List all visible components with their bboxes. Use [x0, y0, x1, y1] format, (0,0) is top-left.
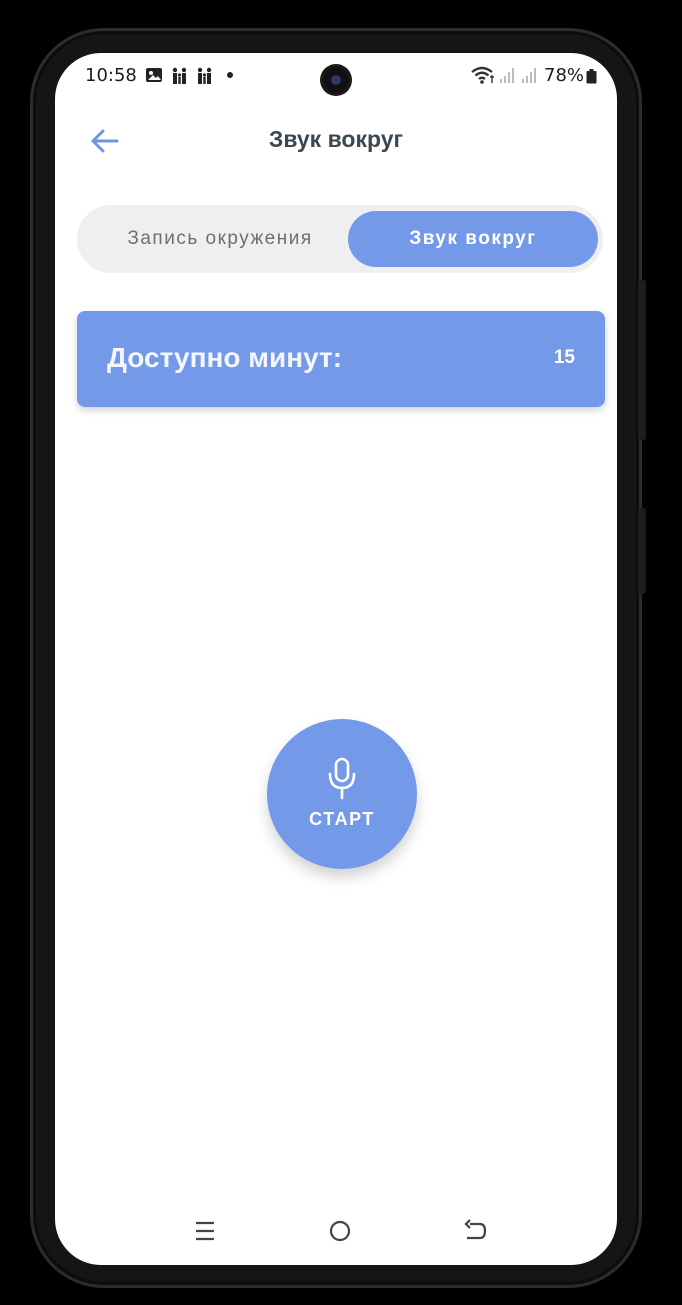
start-button[interactable]: СТАРТ	[267, 719, 417, 869]
wifi-icon	[471, 66, 494, 84]
battery-icon	[586, 69, 597, 84]
battery-percent: 78%	[544, 65, 585, 86]
back-icon	[464, 1219, 487, 1240]
status-time: 10:58	[85, 65, 137, 86]
front-camera	[323, 67, 349, 93]
available-minutes-card: Доступно минут: 15	[77, 311, 605, 407]
home-icon	[329, 1220, 351, 1242]
system-back-button[interactable]	[455, 1213, 495, 1249]
status-bar: 10:58 78%	[55, 53, 617, 97]
signal-icon	[500, 68, 514, 83]
family-icon	[197, 67, 212, 84]
tab-sound-around[interactable]: Звук вокруг	[348, 211, 598, 267]
screen: 10:58 78% Звук вокруг Запись окружения З…	[55, 53, 617, 1265]
recent-apps-icon	[196, 1221, 214, 1241]
signal-icon	[522, 68, 536, 83]
available-minutes-value: 15	[553, 347, 575, 368]
page-title: Звук вокруг	[268, 126, 404, 152]
power-button	[638, 508, 646, 594]
volume-button	[638, 280, 646, 440]
tab-environment-recording[interactable]: Запись окружения	[85, 213, 355, 265]
available-minutes-label: Доступно минут:	[107, 342, 343, 373]
recent-apps-button[interactable]	[185, 1213, 225, 1249]
microphone-icon	[328, 757, 356, 800]
app-header: Звук вокруг	[55, 113, 617, 169]
mode-switch: Запись окружения Звук вокруг	[77, 205, 603, 273]
start-button-label: СТАРТ	[309, 809, 375, 829]
system-nav-bar	[55, 1203, 617, 1259]
home-button[interactable]	[320, 1213, 360, 1249]
family-icon	[172, 67, 187, 84]
image-icon	[146, 68, 162, 82]
dot-icon	[227, 72, 233, 78]
